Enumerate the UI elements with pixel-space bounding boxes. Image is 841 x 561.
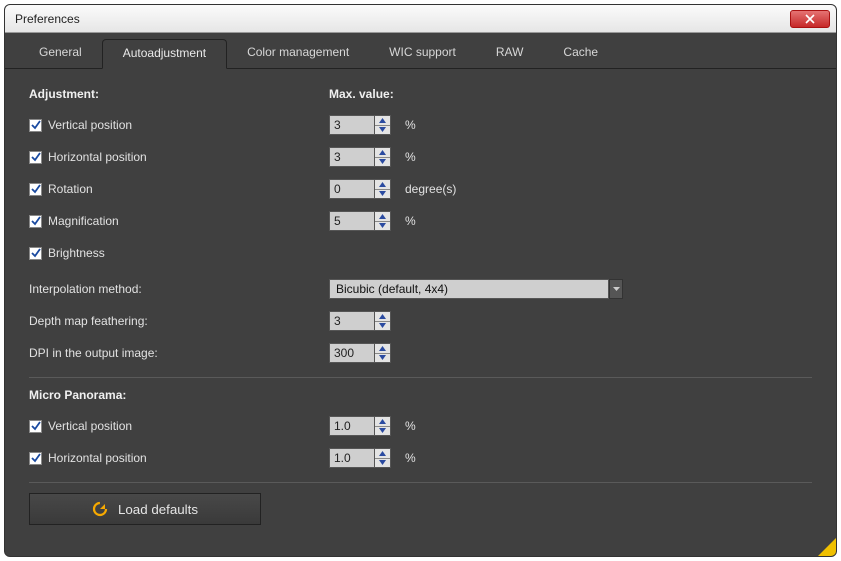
feathering-label: Depth map feathering: (29, 314, 148, 328)
dpi-label: DPI in the output image: (29, 346, 158, 360)
brightness-checkbox[interactable]: Brightness (29, 246, 105, 260)
spinner-up[interactable] (375, 180, 390, 190)
spinner-down[interactable] (375, 126, 390, 135)
separator (29, 377, 812, 378)
feathering-input[interactable] (329, 311, 375, 331)
titlebar: Preferences (5, 5, 836, 33)
spinner-up[interactable] (375, 344, 390, 354)
unit-label: degree(s) (405, 182, 456, 196)
tab-cache[interactable]: Cache (543, 39, 618, 69)
micro-horizontal-input[interactable] (329, 448, 375, 468)
tab-color-management[interactable]: Color management (227, 39, 369, 69)
unit-label: % (405, 214, 416, 228)
window-title: Preferences (15, 12, 790, 26)
spinner-up[interactable] (375, 148, 390, 158)
horizontal-position-checkbox[interactable]: Horizontal position (29, 150, 147, 164)
tab-wic-support[interactable]: WIC support (369, 39, 476, 69)
vertical-position-checkbox[interactable]: Vertical position (29, 118, 132, 132)
interpolation-label: Interpolation method: (29, 282, 142, 296)
interpolation-dropdown[interactable] (329, 279, 609, 299)
vertical-position-input[interactable] (329, 115, 375, 135)
reset-icon (92, 501, 108, 517)
micro-panorama-heading: Micro Panorama: (29, 388, 329, 402)
spinner-up[interactable] (375, 312, 390, 322)
spinner-down[interactable] (375, 459, 390, 468)
unit-label: % (405, 419, 416, 433)
rotation-input[interactable] (329, 179, 375, 199)
close-icon (805, 14, 815, 24)
tab-content: Adjustment: Vertical position Horizontal… (5, 69, 836, 535)
close-button[interactable] (790, 10, 830, 28)
tab-autoadjustment[interactable]: Autoadjustment (102, 39, 227, 69)
dropdown-button[interactable] (609, 279, 623, 299)
preferences-window: Preferences General Autoadjustment Color… (4, 4, 837, 557)
magnification-checkbox[interactable]: Magnification (29, 214, 119, 228)
horizontal-position-input[interactable] (329, 147, 375, 167)
tab-raw[interactable]: RAW (476, 39, 544, 69)
spinner-down[interactable] (375, 427, 390, 436)
maxvalue-heading: Max. value: (329, 87, 812, 101)
micro-horizontal-checkbox[interactable]: Horizontal position (29, 451, 147, 465)
spinner-down[interactable] (375, 158, 390, 167)
magnification-input[interactable] (329, 211, 375, 231)
separator (29, 482, 812, 483)
spinner-down[interactable] (375, 322, 390, 331)
rotation-checkbox[interactable]: Rotation (29, 182, 93, 196)
load-defaults-label: Load defaults (118, 502, 198, 517)
adjustment-heading: Adjustment: (29, 87, 329, 101)
micro-vertical-checkbox[interactable]: Vertical position (29, 419, 132, 433)
micro-vertical-input[interactable] (329, 416, 375, 436)
spinner-up[interactable] (375, 212, 390, 222)
spinner-up[interactable] (375, 449, 390, 459)
tab-general[interactable]: General (19, 39, 102, 69)
unit-label: % (405, 118, 416, 132)
spinner-down[interactable] (375, 354, 390, 363)
unit-label: % (405, 150, 416, 164)
resize-grip-icon[interactable] (818, 538, 836, 556)
spinner-down[interactable] (375, 222, 390, 231)
spinner-up[interactable] (375, 116, 390, 126)
spinner-up[interactable] (375, 417, 390, 427)
tab-strip: General Autoadjustment Color management … (5, 33, 836, 69)
load-defaults-button[interactable]: Load defaults (29, 493, 261, 525)
spinner-down[interactable] (375, 190, 390, 199)
dpi-input[interactable] (329, 343, 375, 363)
unit-label: % (405, 451, 416, 465)
chevron-down-icon (613, 287, 620, 291)
